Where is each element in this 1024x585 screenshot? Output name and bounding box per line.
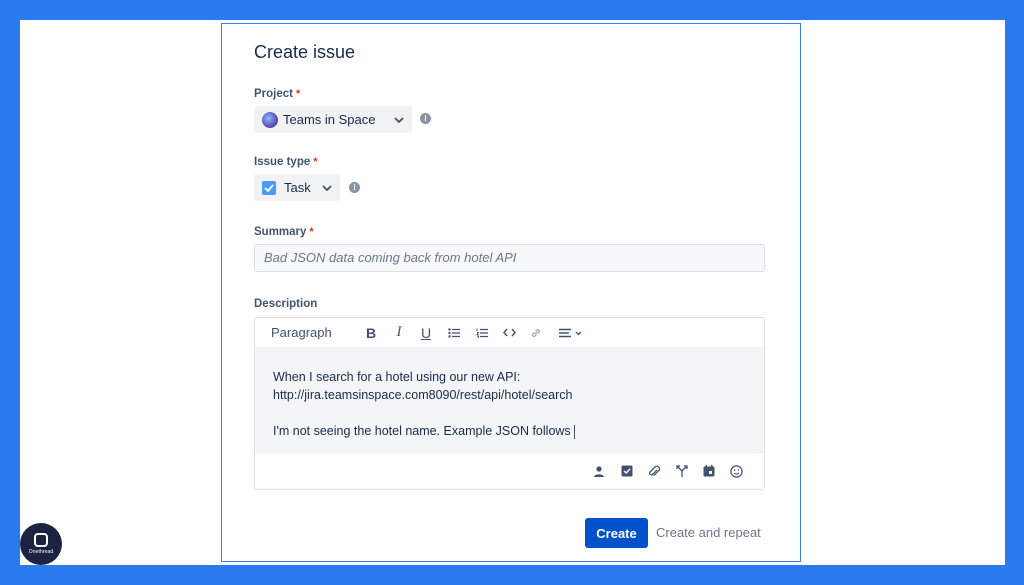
align-icon[interactable] [555, 318, 587, 347]
create-button[interactable]: Create [585, 518, 648, 548]
issue-type-label: Issue type * [254, 156, 318, 168]
code-icon[interactable] [501, 318, 517, 347]
onethread-logo: Onethread [20, 523, 62, 565]
summary-input[interactable]: Bad JSON data coming back from hotel API [254, 244, 765, 272]
required-marker: * [313, 156, 318, 168]
project-avatar-icon [262, 111, 278, 128]
bullet-list-icon[interactable] [446, 318, 462, 347]
action-item-icon[interactable] [619, 463, 635, 479]
mention-icon[interactable] [591, 463, 607, 479]
underline-icon[interactable]: U [418, 318, 434, 347]
bold-icon[interactable]: B [363, 318, 379, 347]
info-icon[interactable]: i [349, 182, 360, 193]
editor-content[interactable]: When I search for a hotel using our new … [255, 347, 764, 455]
project-label: Project * [254, 88, 301, 100]
description-label: Description [254, 298, 318, 310]
required-marker: * [296, 88, 301, 100]
editor-footer [255, 452, 764, 489]
dialog-title: Create issue [254, 42, 356, 62]
emoji-icon[interactable] [728, 463, 744, 479]
text-caret [573, 424, 575, 439]
paragraph-style-dropdown[interactable]: Paragraph [271, 318, 335, 347]
create-and-repeat-button[interactable]: Create and repeat [656, 518, 761, 548]
summary-label: Summary * [254, 226, 314, 238]
task-checkbox-icon [262, 180, 276, 195]
create-issue-dialog: Create issue Project * Teams in Space i I… [221, 23, 801, 562]
project-value: Teams in Space [283, 112, 376, 127]
description-editor[interactable]: Paragraph B I U When I search for a hote… [254, 317, 765, 490]
required-marker: * [309, 226, 314, 238]
logo-mark-icon [34, 533, 48, 547]
link-icon[interactable] [528, 318, 544, 347]
logo-text: Onethread [28, 549, 54, 555]
description-line: http://jira.teamsinspace.com8090/rest/ap… [273, 388, 573, 402]
description-line: When I search for a hotel using our new … [273, 370, 521, 384]
issue-type-select[interactable]: Task [254, 174, 340, 201]
info-icon[interactable]: i [420, 113, 431, 124]
issue-type-value: Task [284, 180, 311, 195]
editor-toolbar: Paragraph B I U [255, 318, 764, 348]
numbered-list-icon[interactable] [474, 318, 490, 347]
italic-icon[interactable]: I [391, 318, 407, 347]
attachment-icon[interactable] [646, 463, 662, 479]
description-line: I'm not seeing the hotel name. Example J… [273, 422, 764, 440]
date-icon[interactable] [701, 463, 717, 479]
decision-icon[interactable] [674, 463, 690, 479]
project-select[interactable]: Teams in Space [254, 106, 412, 133]
chevron-down-icon [322, 184, 332, 191]
chevron-down-icon [394, 116, 404, 123]
